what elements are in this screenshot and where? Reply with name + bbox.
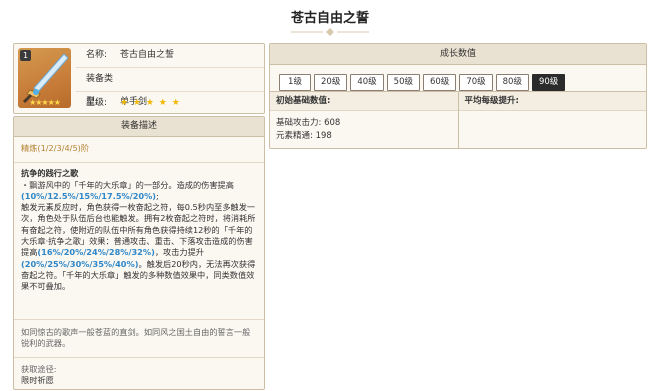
page-title: 苍古自由之誓	[290, 11, 369, 26]
title-ornament	[291, 28, 369, 36]
passive-value: (20%/25%/30%/35%/40%)	[21, 258, 139, 269]
level-button-20[interactable]: 20级	[314, 74, 348, 91]
source-label: 获取途径:	[21, 364, 57, 375]
divider	[14, 162, 264, 164]
passive-text: ・飘游风中的「千年的大乐章」的一部分。造成的伤害提高	[21, 179, 234, 190]
description-card: 装备描述 精炼(1/2/3/4/5)阶 抗争的践行之歌 ・飘游风中的「千年的大乐…	[13, 116, 265, 390]
level-button-50[interactable]: 50级	[386, 74, 420, 91]
weapon-icon: 1 ★★★★★	[18, 48, 71, 108]
growth-stats-column: 平均每级提升:	[457, 92, 646, 148]
passive-text-1: ・飘游风中的「千年的大乐章」的一部分。造成的伤害提高 (10%/12.5%/15%…	[21, 180, 257, 203]
level-button-70[interactable]: 70级	[459, 74, 493, 91]
name-row: 名称: 苍古自由之誓	[76, 44, 264, 68]
base-em: 元素精通: 198	[276, 131, 332, 141]
passive-text-2: 触发元素反应时，角色获得一枚奋起之符，每0.5秒内至多触发一次，角色处于队伍后台…	[21, 202, 257, 292]
level-button-40[interactable]: 40级	[350, 74, 384, 91]
flavor-text: 如同惊古的歌声一般苍蓝的直剑。如同风之国土自由的誓言一般锐利的武器。	[21, 326, 251, 348]
star-value: ★ ★ ★ ★ ★	[120, 98, 181, 108]
icon-stars: ★★★★★	[29, 98, 61, 107]
divider	[14, 357, 264, 359]
passive-value: (16%/20%/24%/28%/32%)	[37, 247, 155, 258]
rarity-badge: 1	[20, 50, 31, 61]
stats-header: 成长数值	[270, 44, 646, 65]
passive-text: ，攻击力提升	[154, 247, 204, 258]
stats-card: 成长数值 1级 20级 40级 50级 60级 70级 80级 90级 初始基础数值: 基础攻…	[269, 43, 647, 149]
level-button-1[interactable]: 1级	[279, 74, 311, 91]
level-button-90[interactable]: 90级	[531, 74, 566, 91]
level-selector: 1级 20级 40级 50级 60级 70级 80级 90级	[279, 69, 568, 91]
name-label: 名称:	[86, 50, 108, 60]
passive-text-end: ;	[156, 190, 159, 201]
base-atk: 基础攻击力: 608	[276, 118, 341, 128]
refine-tabs[interactable]: 精炼(1/2/3/4/5)阶	[21, 143, 257, 154]
passive-value: (10%/12.5%/15%/17.5%/20%)	[21, 190, 157, 201]
base-stats-header: 初始基础数值:	[270, 92, 458, 111]
growth-stats-header: 平均每级提升:	[458, 92, 646, 111]
divider	[14, 318, 264, 320]
star-label: 星级:	[86, 98, 108, 108]
source-value: 限时祈愿	[21, 375, 54, 386]
weapon-info-card: 1 ★★★★★ 名称: 苍古自由之誓 装备类型: 单手剑 星级: ★ ★ ★ ★ ★	[13, 43, 265, 114]
type-row: 装备类型: 单手剑	[76, 68, 264, 107]
base-stats-column: 初始基础数值: 基础攻击力: 608 元素精通: 198	[270, 92, 458, 148]
level-button-60[interactable]: 60级	[422, 74, 457, 91]
rarity-row: 星级: ★ ★ ★ ★ ★	[76, 92, 264, 115]
name-value: 苍古自由之誓	[120, 50, 175, 60]
description-header: 装备描述	[14, 117, 264, 137]
passive-title: 抗争的践行之歌	[21, 168, 79, 179]
level-button-80[interactable]: 80级	[495, 74, 529, 91]
